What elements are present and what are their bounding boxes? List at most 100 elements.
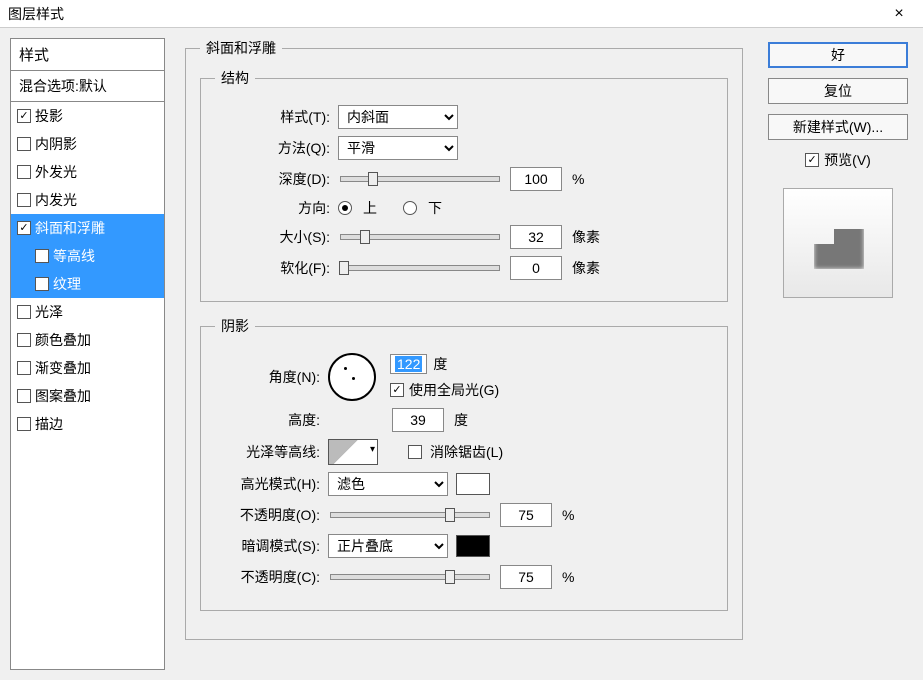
shadow-opacity-slider[interactable] bbox=[330, 574, 490, 580]
shading-group: 阴影 角度(N): 122 度 使用全局光(G) bbox=[200, 316, 728, 611]
shadow-color-swatch[interactable] bbox=[456, 535, 490, 557]
highlight-opacity-slider[interactable] bbox=[330, 512, 490, 518]
style-label-10: 图案叠加 bbox=[35, 386, 91, 406]
depth-input[interactable] bbox=[510, 167, 562, 191]
altitude-input[interactable] bbox=[392, 408, 444, 432]
direction-label: 方向: bbox=[215, 198, 330, 218]
style-item-9[interactable]: 渐变叠加 bbox=[11, 354, 164, 382]
global-light-label: 使用全局光(G) bbox=[409, 380, 499, 400]
styles-header: 样式 bbox=[11, 39, 164, 71]
highlight-opacity-unit: % bbox=[562, 507, 574, 523]
shadow-opacity-label: 不透明度(C): bbox=[215, 567, 320, 587]
highlight-mode-select[interactable]: 滤色 bbox=[328, 472, 448, 496]
style-checkbox-4[interactable] bbox=[17, 221, 31, 235]
style-label: 样式(T): bbox=[215, 107, 330, 127]
style-label-6: 纹理 bbox=[53, 274, 81, 294]
gloss-contour-label: 光泽等高线: bbox=[215, 442, 320, 462]
style-label-2: 外发光 bbox=[35, 162, 77, 182]
style-item-11[interactable]: 描边 bbox=[11, 410, 164, 438]
antialias-checkbox[interactable] bbox=[408, 445, 422, 459]
style-checkbox-0[interactable] bbox=[17, 109, 31, 123]
style-checkbox-3[interactable] bbox=[17, 193, 31, 207]
angle-unit: 度 bbox=[433, 354, 447, 374]
window-title: 图层样式 bbox=[8, 4, 64, 24]
altitude-label: 高度: bbox=[215, 410, 320, 430]
soften-slider[interactable] bbox=[340, 265, 500, 271]
angle-label: 角度(N): bbox=[215, 367, 320, 387]
style-checkbox-9[interactable] bbox=[17, 361, 31, 375]
highlight-opacity-label: 不透明度(O): bbox=[215, 505, 320, 525]
style-checkbox-1[interactable] bbox=[17, 137, 31, 151]
style-label-4: 斜面和浮雕 bbox=[35, 218, 105, 238]
style-label-8: 颜色叠加 bbox=[35, 330, 91, 350]
cancel-button[interactable]: 复位 bbox=[768, 78, 908, 104]
style-item-6[interactable]: 纹理 bbox=[11, 270, 164, 298]
direction-up-label: 上 bbox=[363, 198, 377, 218]
size-label: 大小(S): bbox=[215, 227, 330, 247]
gloss-contour-picker[interactable] bbox=[328, 439, 378, 465]
style-list: 投影内阴影外发光内发光斜面和浮雕等高线纹理光泽颜色叠加渐变叠加图案叠加描边 bbox=[11, 102, 164, 669]
style-checkbox-8[interactable] bbox=[17, 333, 31, 347]
style-item-5[interactable]: 等高线 bbox=[11, 242, 164, 270]
angle-input[interactable]: 122 bbox=[390, 354, 427, 374]
altitude-unit: 度 bbox=[454, 410, 468, 430]
style-checkbox-2[interactable] bbox=[17, 165, 31, 179]
style-label-1: 内阴影 bbox=[35, 134, 77, 154]
blend-options-header[interactable]: 混合选项:默认 bbox=[11, 71, 164, 102]
soften-unit: 像素 bbox=[572, 258, 600, 278]
depth-slider[interactable] bbox=[340, 176, 500, 182]
style-checkbox-6[interactable] bbox=[35, 277, 49, 291]
close-icon[interactable]: × bbox=[879, 2, 919, 26]
direction-down-radio[interactable] bbox=[403, 201, 417, 215]
size-slider[interactable] bbox=[340, 234, 500, 240]
style-item-0[interactable]: 投影 bbox=[11, 102, 164, 130]
preview-thumbnail bbox=[783, 188, 893, 298]
style-checkbox-5[interactable] bbox=[35, 249, 49, 263]
size-input[interactable] bbox=[510, 225, 562, 249]
shading-legend: 阴影 bbox=[215, 316, 255, 336]
soften-label: 软化(F): bbox=[215, 258, 330, 278]
style-item-3[interactable]: 内发光 bbox=[11, 186, 164, 214]
global-light-checkbox[interactable] bbox=[390, 383, 404, 397]
style-label-3: 内发光 bbox=[35, 190, 77, 210]
style-item-10[interactable]: 图案叠加 bbox=[11, 382, 164, 410]
highlight-color-swatch[interactable] bbox=[456, 473, 490, 495]
ok-button[interactable]: 好 bbox=[768, 42, 908, 68]
style-item-4[interactable]: 斜面和浮雕 bbox=[11, 214, 164, 242]
angle-dial[interactable] bbox=[328, 353, 376, 401]
depth-label: 深度(D): bbox=[215, 169, 330, 189]
style-label-7: 光泽 bbox=[35, 302, 63, 322]
highlight-mode-label: 高光模式(H): bbox=[215, 474, 320, 494]
method-select[interactable]: 平滑 bbox=[338, 136, 458, 160]
depth-unit: % bbox=[572, 171, 584, 187]
shadow-mode-label: 暗调模式(S): bbox=[215, 536, 320, 556]
direction-down-label: 下 bbox=[428, 198, 442, 218]
style-item-2[interactable]: 外发光 bbox=[11, 158, 164, 186]
main-panel: 斜面和浮雕 结构 样式(T): 内斜面 方法(Q): 平滑 深度(D): % bbox=[185, 38, 743, 670]
bevel-emboss-group: 斜面和浮雕 结构 样式(T): 内斜面 方法(Q): 平滑 深度(D): % bbox=[185, 38, 743, 640]
shadow-opacity-unit: % bbox=[562, 569, 574, 585]
right-panel: 好 复位 新建样式(W)... 预览(V) bbox=[763, 38, 913, 670]
bevel-legend: 斜面和浮雕 bbox=[200, 38, 282, 58]
style-checkbox-7[interactable] bbox=[17, 305, 31, 319]
antialias-label: 消除锯齿(L) bbox=[430, 442, 503, 462]
soften-input[interactable] bbox=[510, 256, 562, 280]
method-label: 方法(Q): bbox=[215, 138, 330, 158]
style-label-9: 渐变叠加 bbox=[35, 358, 91, 378]
structure-legend: 结构 bbox=[215, 68, 255, 88]
shadow-opacity-input[interactable] bbox=[500, 565, 552, 589]
shadow-mode-select[interactable]: 正片叠底 bbox=[328, 534, 448, 558]
style-checkbox-10[interactable] bbox=[17, 389, 31, 403]
new-style-button[interactable]: 新建样式(W)... bbox=[768, 114, 908, 140]
style-item-1[interactable]: 内阴影 bbox=[11, 130, 164, 158]
style-label-0: 投影 bbox=[35, 106, 63, 126]
style-label-5: 等高线 bbox=[53, 246, 95, 266]
preview-checkbox[interactable] bbox=[805, 153, 819, 167]
highlight-opacity-input[interactable] bbox=[500, 503, 552, 527]
styles-panel: 样式 混合选项:默认 投影内阴影外发光内发光斜面和浮雕等高线纹理光泽颜色叠加渐变… bbox=[10, 38, 165, 670]
style-checkbox-11[interactable] bbox=[17, 417, 31, 431]
style-item-7[interactable]: 光泽 bbox=[11, 298, 164, 326]
direction-up-radio[interactable] bbox=[338, 201, 352, 215]
style-item-8[interactable]: 颜色叠加 bbox=[11, 326, 164, 354]
style-select[interactable]: 内斜面 bbox=[338, 105, 458, 129]
